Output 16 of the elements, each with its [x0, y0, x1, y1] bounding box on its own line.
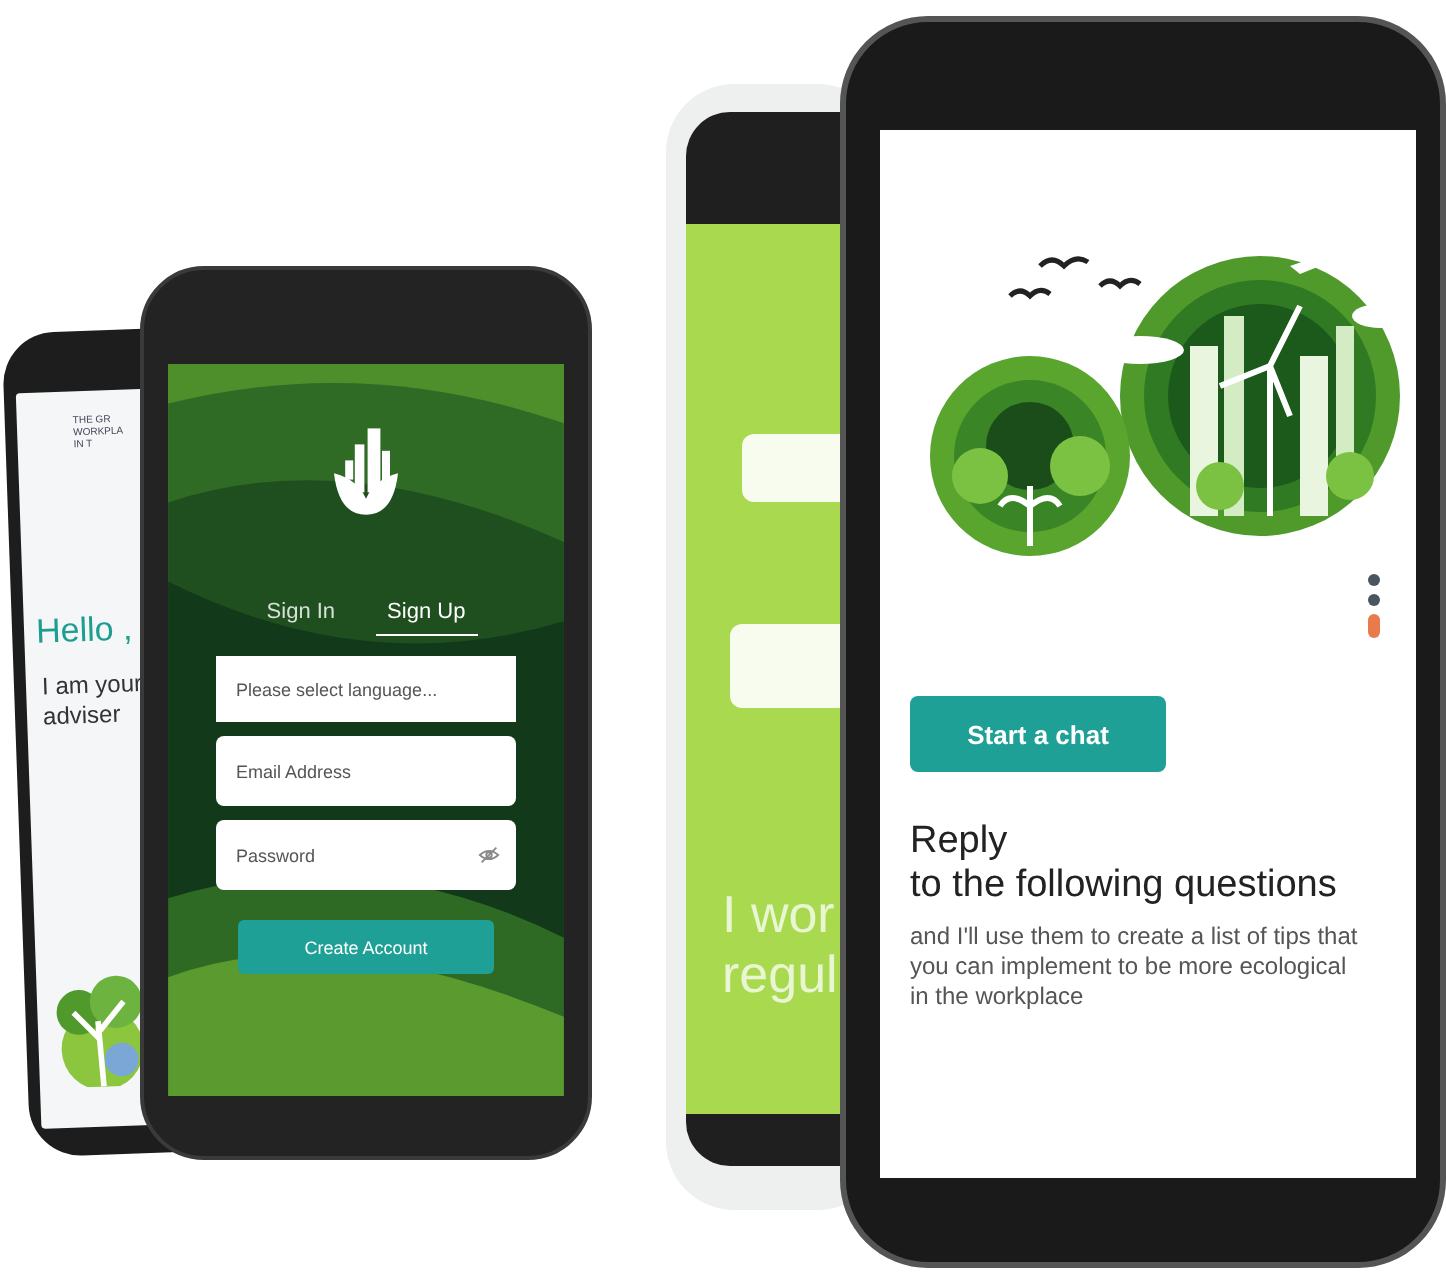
- headline-text: I wor: [722, 884, 837, 944]
- pager-dot[interactable]: [1368, 594, 1380, 606]
- title-text: to the following questions: [910, 864, 1337, 908]
- intro-text: I am your: [41, 669, 143, 703]
- headline-text: regul: [722, 944, 838, 1004]
- greeting-title: Hello ,: [35, 609, 134, 653]
- description-text: and I'll use them to create a list of tips that you can implement to be more ecological in the workplace: [910, 922, 1360, 1012]
- language-select[interactable]: Please select language...: [216, 656, 516, 722]
- tab[interactable]: Sign Up: [375, 596, 478, 636]
- input-field[interactable]: Password: [216, 820, 516, 890]
- input-field[interactable]: Email Address: [216, 736, 516, 806]
- intro-text: adviser: [42, 699, 123, 733]
- title-text: Reply: [910, 820, 1010, 864]
- pager-dot[interactable]: [1368, 574, 1380, 586]
- eye-off-icon: [478, 844, 500, 866]
- tab[interactable]: Sign In: [254, 596, 348, 636]
